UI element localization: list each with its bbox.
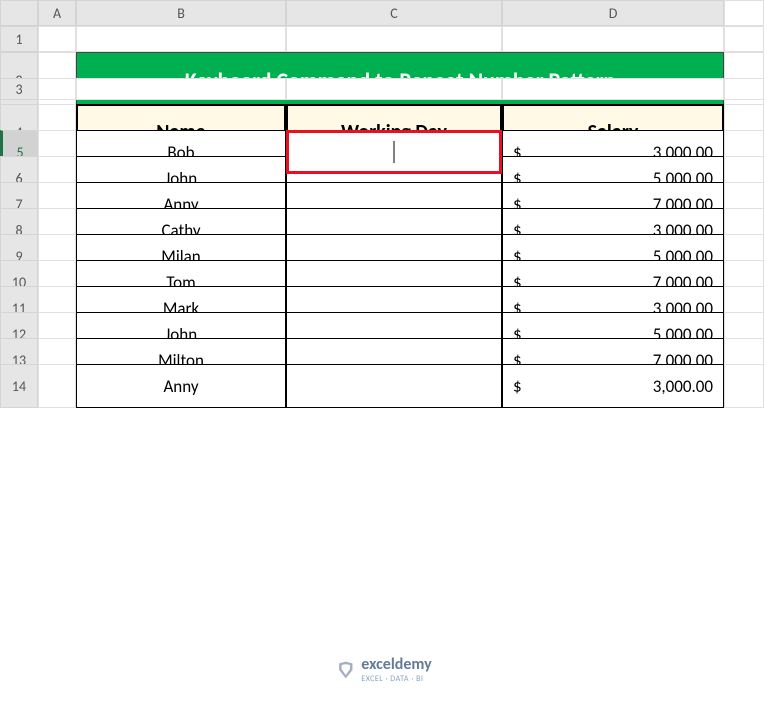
cell-d3[interactable] (502, 78, 724, 100)
col-header-extra (724, 0, 764, 26)
cell-c1[interactable] (286, 26, 502, 52)
cell-b1[interactable] (76, 26, 286, 52)
exceldemy-logo-icon (335, 660, 355, 680)
cell-working-day-5[interactable] (286, 130, 502, 174)
col-header-d[interactable]: D (502, 0, 724, 26)
salary-value: 3,000.00 (653, 376, 713, 397)
cell-a1[interactable] (38, 26, 76, 52)
spreadsheet-grid: A B C D 1 2 Keyboard Command to Repeat N… (0, 0, 767, 390)
cell-a14[interactable] (38, 364, 76, 408)
cell-working-day-14[interactable] (286, 364, 502, 408)
text-cursor-icon (394, 141, 395, 163)
cell-e14[interactable] (724, 364, 764, 408)
cell-d1[interactable] (502, 26, 724, 52)
watermark: exceldemy EXCEL · DATA · BI (335, 655, 431, 684)
cell-a3[interactable] (38, 78, 76, 100)
select-all-corner[interactable] (0, 0, 38, 26)
cell-salary-14[interactable]: $ 3,000.00 (502, 364, 724, 408)
watermark-sub: EXCEL · DATA · BI (361, 674, 431, 684)
col-header-a[interactable]: A (38, 0, 76, 26)
currency-symbol: $ (513, 376, 522, 397)
col-header-b[interactable]: B (76, 0, 286, 26)
cell-c3[interactable] (286, 78, 502, 100)
cell-e1[interactable] (724, 26, 764, 52)
row-header-14[interactable]: 14 (0, 364, 38, 408)
cell-e3[interactable] (724, 78, 764, 100)
col-header-c[interactable]: C (286, 0, 502, 26)
row-header-3[interactable]: 3 (0, 78, 38, 100)
watermark-main: exceldemy (361, 655, 431, 674)
cell-b3[interactable] (76, 78, 286, 100)
row-header-1[interactable]: 1 (0, 26, 38, 52)
cell-name-14[interactable]: Anny (76, 364, 286, 408)
